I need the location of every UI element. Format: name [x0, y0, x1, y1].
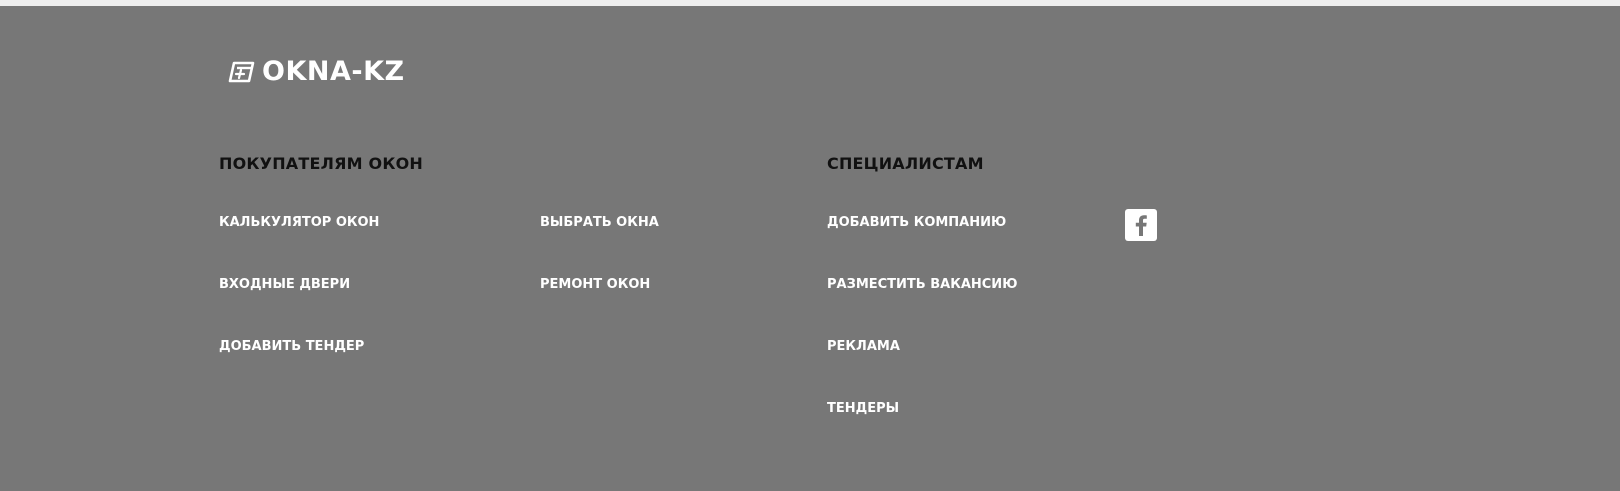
link-window-repair[interactable]: РЕМОНТ ОКОН	[540, 277, 650, 292]
facebook-button[interactable]	[1125, 209, 1157, 241]
site-footer: OKNA-KZ ПОКУПАТЕЛЯМ ОКОН КАЛЬКУЛЯТОР ОКО…	[0, 6, 1620, 491]
facebook-icon	[1135, 215, 1147, 236]
link-entrance-doors[interactable]: ВХОДНЫЕ ДВЕРИ	[219, 277, 350, 292]
link-window-calculator[interactable]: КАЛЬКУЛЯТОР ОКОН	[219, 215, 379, 230]
link-add-company[interactable]: ДОБАВИТЬ КОМПАНИЮ	[827, 215, 1006, 230]
link-add-tender[interactable]: ДОБАВИТЬ ТЕНДЕР	[219, 339, 364, 354]
window-plus-logo-icon	[228, 61, 255, 82]
link-post-vacancy[interactable]: РАЗМЕСТИТЬ ВАКАНСИЮ	[827, 277, 1017, 292]
site-logo[interactable]: OKNA-KZ	[228, 56, 405, 87]
link-advertising[interactable]: РЕКЛАМА	[827, 339, 900, 354]
buyers-heading: ПОКУПАТЕЛЯМ ОКОН	[219, 154, 423, 173]
link-tenders[interactable]: ТЕНДЕРЫ	[827, 401, 899, 416]
logo-text: OKNA-KZ	[262, 56, 405, 87]
link-choose-windows[interactable]: ВЫБРАТЬ ОКНА	[540, 215, 659, 230]
specialists-heading: СПЕЦИАЛИСТАМ	[827, 154, 984, 173]
